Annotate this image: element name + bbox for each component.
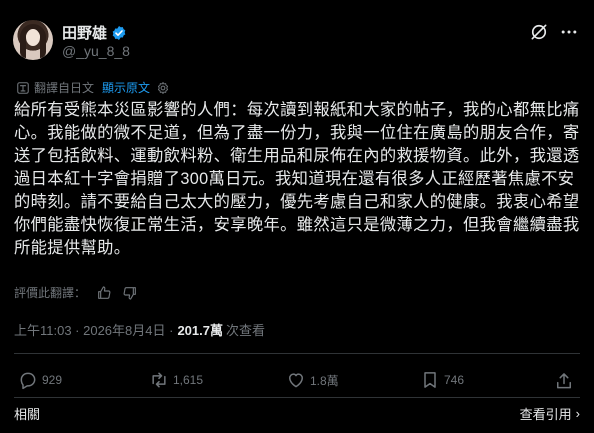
post-detail: 田野雄 @_yu_8_8 翻譯自日文 顯示原文 給所有受熊本災區影響的人們：每次…	[0, 0, 594, 433]
heart-icon	[289, 373, 303, 388]
view-quotes-label: 查看引用	[519, 407, 572, 422]
repost-count: 1,615	[173, 373, 204, 387]
bookmark-button[interactable]: 746	[420, 370, 464, 390]
avatar[interactable]	[13, 20, 53, 60]
action-bar: 929 1,615 1.8萬 746	[14, 370, 580, 392]
author-name[interactable]: 田野雄	[62, 22, 107, 43]
rate-translation: 評價此翻譯：	[14, 284, 138, 301]
show-original-link[interactable]: 顯示原文	[102, 79, 150, 96]
post-meta: 上午11:03 · 2026年8月4日 · 201.7萬 次查看	[14, 320, 265, 339]
related-link[interactable]: 相關	[14, 404, 40, 423]
post-header: 田野雄 @_yu_8_8	[13, 18, 581, 62]
repost-button[interactable]: 1,615	[149, 370, 203, 390]
thumbs-up-icon[interactable]	[96, 285, 112, 301]
repost-icon	[152, 372, 166, 388]
view-quotes-link[interactable]: 查看引用 ›	[520, 404, 580, 423]
chevron-right-icon: ›	[575, 406, 580, 421]
rate-translation-label: 評價此翻譯：	[14, 286, 87, 300]
reply-button[interactable]: 929	[18, 370, 62, 390]
translation-line: 翻譯自日文 顯示原文	[16, 79, 170, 96]
divider	[14, 397, 580, 398]
bookmark-count: 746	[444, 373, 465, 387]
post-text: 給所有受熊本災區影響的人們：每次讀到報紙和大家的帖子，我的心都無比痛心。我能做的…	[14, 101, 580, 257]
translate-icon	[17, 81, 29, 94]
avatar-face	[26, 29, 40, 46]
like-count: 1.8萬	[310, 373, 339, 388]
more-options-icon[interactable]	[559, 22, 579, 42]
post-timestamp[interactable]: 上午11:03 · 2026年8月4日 ·	[14, 320, 173, 339]
name-line: 田野雄	[62, 22, 127, 43]
grok-icon[interactable]	[529, 22, 549, 42]
views-label: 次查看	[226, 323, 266, 338]
reply-count: 929	[42, 373, 63, 387]
divider	[14, 353, 580, 354]
gear-icon[interactable]	[156, 81, 170, 95]
translated-from-label: 翻譯自日文	[34, 81, 95, 95]
thumbs-down-icon[interactable]	[122, 285, 138, 301]
bookmark-icon	[424, 372, 436, 388]
author-handle[interactable]: @_yu_8_8	[62, 43, 130, 59]
views-count: 201.7萬	[177, 323, 223, 338]
share-icon[interactable]	[554, 371, 574, 391]
verified-badge-icon	[112, 25, 126, 40]
like-button[interactable]: 1.8萬	[286, 370, 339, 390]
reply-icon	[20, 372, 36, 390]
